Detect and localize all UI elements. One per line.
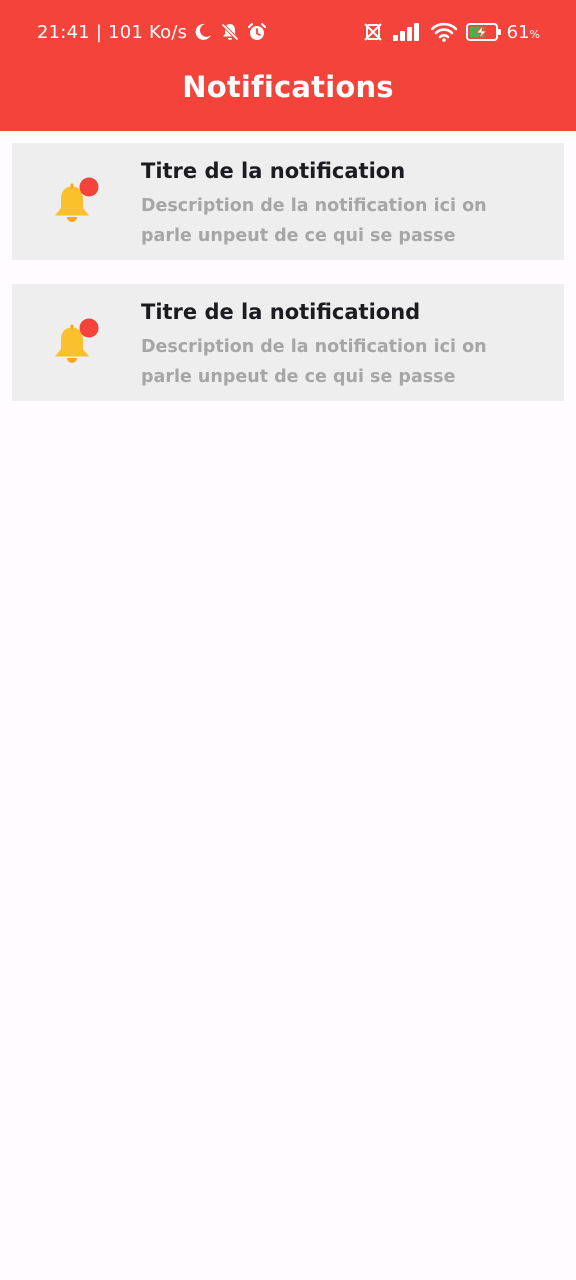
signal-icon [392, 22, 422, 42]
notification-description: Description de la notification ici on pa… [141, 196, 487, 246]
battery-level: 61% [506, 21, 540, 43]
notification-description: Description de la notification ici on pa… [141, 337, 487, 387]
status-time: 21:41 [37, 21, 90, 43]
page-title: Notifications [182, 70, 394, 104]
notification-bell-icon [50, 318, 102, 370]
notification-list: Titre de la notification Description de … [12, 143, 564, 425]
app-header: 21:41 | 101 Ko/s 61% Notifications [0, 0, 576, 131]
notification-item[interactable]: Titre de la notification Description de … [12, 143, 564, 260]
wifi-icon [430, 22, 457, 42]
notification-item[interactable]: Titre de la notificationd Description de… [12, 284, 564, 401]
alarm-icon [246, 21, 268, 43]
network-speed: 101 Ko/s [108, 21, 188, 43]
status-bar: 21:41 | 101 Ko/s 61% [0, 0, 576, 64]
no-sim-icon [363, 22, 383, 42]
status-right: 61% [354, 19, 540, 45]
notification-title: Titre de la notification [141, 159, 406, 183]
status-separator: | [95, 21, 103, 43]
bell-off-icon [219, 21, 241, 43]
moon-icon [192, 21, 214, 43]
battery-charging-icon [465, 22, 502, 42]
notification-bell-icon [50, 177, 102, 229]
status-left: 21:41 | 101 Ko/s [37, 19, 268, 45]
notification-title: Titre de la notificationd [141, 300, 421, 324]
